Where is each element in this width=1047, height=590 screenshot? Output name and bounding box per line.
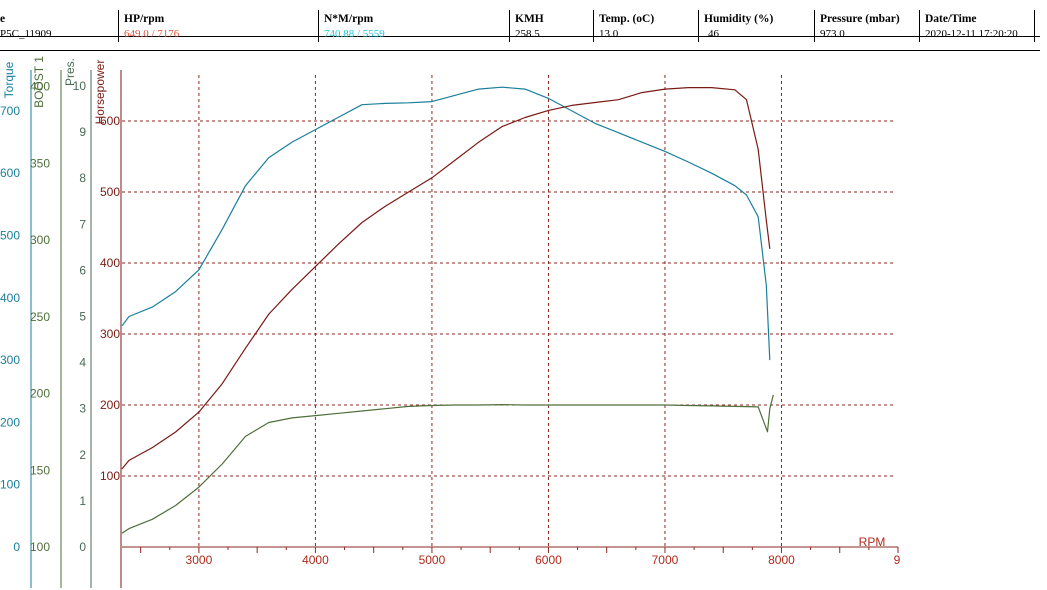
y-tick-label: 3 bbox=[79, 402, 86, 416]
y-tick-label: 2 bbox=[79, 448, 86, 462]
y-tick-label: 6 bbox=[79, 263, 86, 277]
torque-curve bbox=[121, 86, 771, 361]
y-tick-label: 7 bbox=[79, 217, 86, 231]
y-tick-label: 200 bbox=[0, 415, 20, 429]
x-tick-label: 5000 bbox=[419, 553, 446, 567]
y-tick-label: 700 bbox=[0, 104, 20, 118]
y-tick-label: 600 bbox=[0, 166, 20, 180]
x-axis-label: RPM bbox=[859, 535, 886, 549]
y-tick-label: 350 bbox=[30, 156, 50, 170]
y-tick-label: 250 bbox=[30, 310, 50, 324]
y-tick-label: 300 bbox=[0, 353, 20, 367]
x-tick-label: 8000 bbox=[768, 553, 795, 567]
y-tick-label: 200 bbox=[100, 398, 120, 412]
x-tick-label: 3000 bbox=[186, 553, 213, 567]
y-tick-label: 400 bbox=[100, 256, 120, 270]
y-tick-label: 100 bbox=[100, 469, 120, 483]
y-tick-label: 100 bbox=[0, 478, 20, 492]
y-tick-label: 600 bbox=[100, 114, 120, 128]
y-tick-label: 0 bbox=[13, 540, 20, 554]
y-tick-label: 10 bbox=[73, 79, 87, 93]
y-tick-label: 5 bbox=[79, 310, 86, 324]
y-tick-label: 500 bbox=[100, 185, 120, 199]
boost-pressure-curve bbox=[121, 394, 774, 534]
y-tick-label: 1 bbox=[79, 494, 86, 508]
y-tick-label: 400 bbox=[30, 80, 50, 94]
y-tick-label: 500 bbox=[0, 229, 20, 243]
y-tick-label: 9 bbox=[79, 125, 86, 139]
y-tick-label: 0 bbox=[79, 540, 86, 554]
y-tick-label: 4 bbox=[79, 356, 86, 370]
horsepower-curve bbox=[121, 86, 771, 470]
x-tick-label: 7000 bbox=[652, 553, 679, 567]
x-tick-label: 6000 bbox=[535, 553, 562, 567]
y-tick-label: 100 bbox=[30, 540, 50, 554]
x-tick-label: 4000 bbox=[302, 553, 329, 567]
y-tick-label: 200 bbox=[30, 387, 50, 401]
y-tick-label: 150 bbox=[30, 463, 50, 477]
y-tick-label: 400 bbox=[0, 291, 20, 305]
y-tick-label: 300 bbox=[100, 327, 120, 341]
y-tick-label: 8 bbox=[79, 171, 86, 185]
y-axis-title: Torque bbox=[2, 61, 16, 98]
dyno-chart: 3000 4000 5000 6000 7000 8000 9RPMTorque010020… bbox=[0, 56, 901, 588]
x-tick-label: 9 bbox=[894, 553, 901, 567]
y-tick-label: 300 bbox=[30, 233, 50, 247]
